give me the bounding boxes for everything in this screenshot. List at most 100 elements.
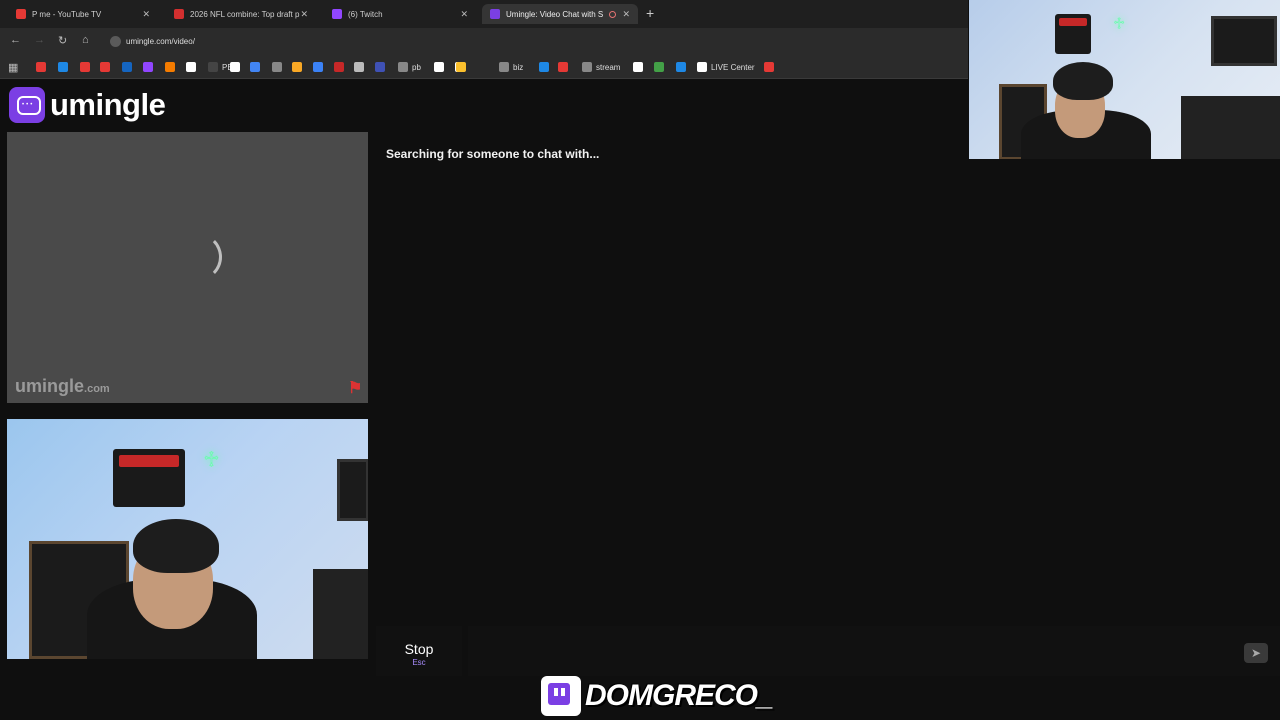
bookmark-item[interactable]: LIVE Center bbox=[697, 61, 755, 73]
bookmark-item[interactable] bbox=[143, 61, 157, 73]
close-icon[interactable]: ✕ bbox=[622, 9, 630, 20]
back-arrow-icon[interactable]: ← bbox=[10, 34, 21, 46]
bookmark-favicon-icon bbox=[250, 62, 260, 72]
reload-icon[interactable]: ↻ bbox=[58, 34, 67, 47]
folder-icon bbox=[582, 62, 592, 72]
recording-icon bbox=[609, 10, 617, 18]
tab-label: 2026 NFL combine: Top draft p bbox=[190, 9, 300, 19]
logo-text: umingle bbox=[50, 87, 166, 122]
address-bar-row: ← → ↻ ⌂ umingle.com/video/ bbox=[0, 28, 968, 55]
umingle-favicon-icon bbox=[490, 9, 500, 19]
loading-spinner-icon bbox=[174, 233, 222, 281]
bookmark-item[interactable]: PB bbox=[208, 61, 233, 73]
bookmark-item[interactable]: pb bbox=[398, 61, 421, 73]
chat-bubble-icon: ••• bbox=[9, 87, 45, 123]
browser-tab-strip: P me - YouTube TV ✕ 2026 NFL combine: To… bbox=[0, 0, 968, 28]
twitch-favicon-icon bbox=[332, 9, 342, 19]
bookmark-favicon-icon bbox=[313, 62, 323, 72]
message-input[interactable] bbox=[468, 626, 1280, 676]
bookmark-item[interactable] bbox=[313, 61, 327, 73]
video-watermark: umingle.com bbox=[15, 376, 110, 397]
bookmark-item[interactable] bbox=[375, 61, 389, 73]
plus-icon[interactable]: + bbox=[646, 5, 654, 21]
bookmark-item[interactable] bbox=[558, 61, 572, 73]
bookmark-favicon-icon bbox=[230, 62, 240, 72]
close-icon[interactable]: ✕ bbox=[300, 9, 308, 20]
send-icon[interactable]: ➤ bbox=[1244, 643, 1268, 663]
bookmark-item[interactable] bbox=[230, 61, 244, 73]
bookmark-item[interactable] bbox=[654, 61, 668, 73]
bookmark-favicon-icon bbox=[122, 62, 132, 72]
neon-sign-icon: ♱ bbox=[1113, 16, 1126, 33]
bookmark-favicon-icon bbox=[354, 62, 364, 72]
bookmarks-bar: ▦ PB pb biz stream LIVE Center bbox=[0, 55, 968, 79]
apps-grid-icon[interactable]: ▦ bbox=[8, 61, 18, 74]
home-icon[interactable]: ⌂ bbox=[82, 34, 89, 46]
bookmark-item[interactable] bbox=[100, 61, 114, 73]
close-icon[interactable]: ✕ bbox=[142, 9, 150, 20]
bookmark-item[interactable]: stream bbox=[582, 61, 620, 73]
bookmark-favicon-icon bbox=[165, 62, 175, 72]
bookmark-favicon-icon bbox=[272, 62, 282, 72]
bookmark-item[interactable] bbox=[292, 61, 306, 73]
umingle-page: ••• umingle umingle.com ⚑ ♱ Searching fo… bbox=[0, 80, 1280, 720]
tab-youtube-tv[interactable]: P me - YouTube TV ✕ bbox=[8, 4, 158, 24]
bookmark-favicon-icon bbox=[539, 62, 549, 72]
bookmark-item[interactable] bbox=[633, 61, 647, 73]
tab-label: P me - YouTube TV bbox=[32, 9, 102, 19]
streamer-name: DOMGRECO_ bbox=[585, 679, 774, 712]
streamer-watermark: DOMGRECO_ bbox=[541, 675, 774, 717]
wall-picture bbox=[1211, 16, 1277, 66]
twitch-icon bbox=[541, 676, 581, 716]
bookmark-label: LIVE Center bbox=[711, 62, 755, 72]
bookmark-label: pb bbox=[412, 62, 421, 72]
tab-nfl-combine[interactable]: 2026 NFL combine: Top draft p ✕ bbox=[166, 4, 316, 24]
stop-button[interactable]: Stop Esc bbox=[376, 626, 462, 676]
tab-twitch[interactable]: (6) Twitch ✕ bbox=[324, 4, 476, 24]
bookmark-favicon-icon bbox=[58, 62, 68, 72]
bookmark-item[interactable] bbox=[80, 61, 94, 73]
bookmark-favicon-icon bbox=[434, 62, 444, 72]
site-info-icon[interactable] bbox=[110, 36, 121, 47]
bookmark-item[interactable] bbox=[764, 61, 778, 73]
bookmark-item[interactable] bbox=[676, 61, 690, 73]
bookmark-item[interactable] bbox=[58, 61, 72, 73]
bookmark-favicon-icon bbox=[697, 62, 707, 72]
bookmark-item[interactable] bbox=[539, 61, 553, 73]
shoe-shelf bbox=[1181, 96, 1280, 159]
bookmark-favicon-icon bbox=[676, 62, 686, 72]
watermark-suffix: .com bbox=[84, 383, 110, 395]
youtube-tv-favicon-icon bbox=[16, 9, 26, 19]
bookmark-favicon-icon bbox=[80, 62, 90, 72]
bookmark-favicon-icon bbox=[100, 62, 110, 72]
bookmark-item[interactable] bbox=[36, 61, 50, 73]
site-logo[interactable]: ••• umingle bbox=[9, 87, 166, 123]
bookmark-favicon-icon bbox=[186, 62, 196, 72]
bookmark-item[interactable] bbox=[334, 61, 348, 73]
forward-arrow-icon[interactable]: → bbox=[34, 34, 45, 46]
tab-umingle[interactable]: Umingle: Video Chat with S ✕ bbox=[482, 4, 638, 24]
news-favicon-icon bbox=[174, 9, 184, 19]
close-icon[interactable]: ✕ bbox=[460, 9, 468, 20]
bookmark-item[interactable] bbox=[186, 61, 200, 73]
url-field[interactable]: umingle.com/video/ bbox=[104, 32, 954, 51]
stop-button-label: Stop bbox=[404, 641, 434, 657]
bookmark-item[interactable] bbox=[165, 61, 179, 73]
bookmark-item[interactable] bbox=[250, 61, 264, 73]
bookmark-item[interactable] bbox=[122, 61, 136, 73]
report-flag-icon[interactable]: ⚑ bbox=[348, 381, 364, 397]
bookmark-label: biz bbox=[513, 62, 524, 72]
bookmark-item[interactable] bbox=[434, 61, 448, 73]
status-message: Searching for someone to chat with... bbox=[386, 147, 600, 161]
bookmark-favicon-icon bbox=[654, 62, 664, 72]
bookmark-item[interactable]: biz bbox=[499, 61, 523, 73]
folder-icon bbox=[398, 62, 408, 72]
shoe-shelf bbox=[313, 569, 368, 659]
bookmark-item[interactable] bbox=[354, 61, 368, 73]
bookmark-favicon-icon bbox=[36, 62, 46, 72]
chat-log: Searching for someone to chat with... bbox=[376, 132, 1280, 622]
tab-label: (6) Twitch bbox=[348, 9, 383, 19]
bookmark-item[interactable] bbox=[272, 61, 286, 73]
folder-icon bbox=[499, 62, 509, 72]
bookmark-item[interactable] bbox=[456, 61, 470, 73]
